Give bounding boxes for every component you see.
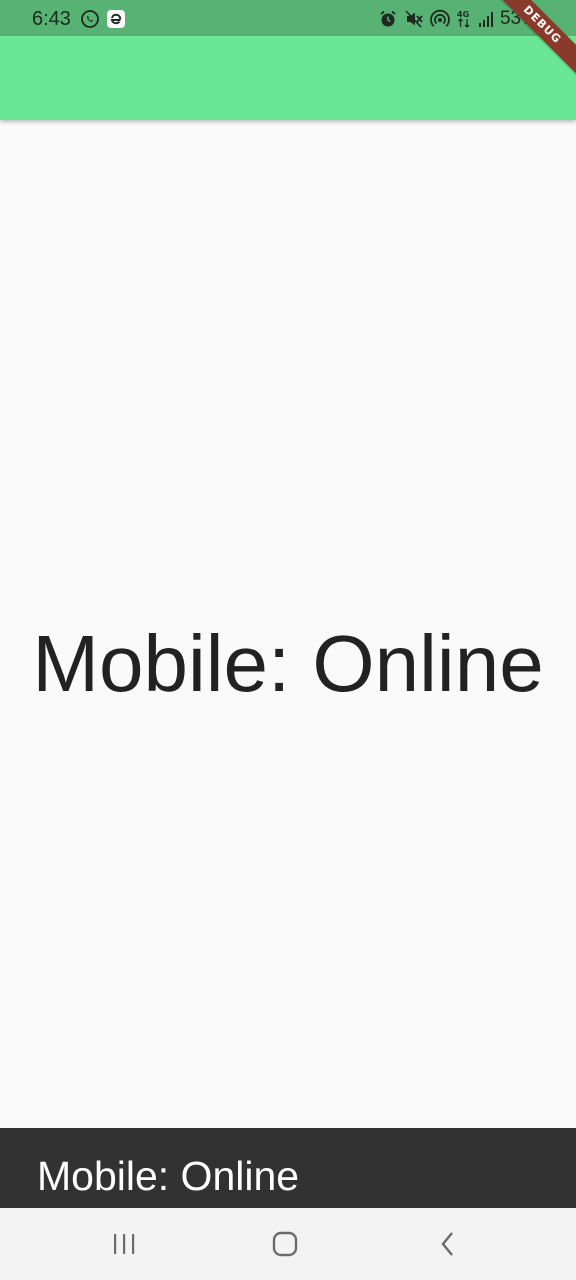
whatsapp-icon bbox=[81, 10, 99, 28]
back-icon bbox=[441, 1232, 453, 1256]
connection-status-text: Mobile: Online bbox=[32, 619, 544, 708]
app-screen: 6:43 4G 53% DEBUG Mobile: Online Mobile:… bbox=[0, 0, 576, 1280]
main-content: Mobile: Online bbox=[0, 120, 576, 1128]
snackbar: Mobile: Online bbox=[0, 1128, 576, 1208]
battery-percentage: 53% bbox=[499, 8, 538, 29]
status-system-icons: 4G 53% bbox=[378, 8, 538, 30]
recent-apps-icon bbox=[114, 1234, 135, 1254]
4g-data-icon: 4G bbox=[457, 10, 470, 28]
app-bar bbox=[0, 36, 576, 120]
hotspot-icon bbox=[430, 9, 450, 27]
mute-icon bbox=[405, 10, 423, 28]
alarm-icon bbox=[380, 10, 396, 27]
status-notification-icons bbox=[80, 9, 126, 29]
snackbar-message: Mobile: Online bbox=[37, 1153, 300, 1199]
status-time: 6:43 bbox=[32, 8, 71, 30]
svg-text:4G: 4G bbox=[457, 10, 469, 19]
home-icon bbox=[272, 1231, 298, 1257]
e-app-icon bbox=[107, 10, 125, 28]
back-button[interactable] bbox=[428, 1226, 468, 1262]
recent-apps-button[interactable] bbox=[104, 1226, 144, 1262]
signal-icon bbox=[478, 12, 493, 27]
home-button[interactable] bbox=[265, 1226, 305, 1262]
navigation-bar bbox=[0, 1208, 576, 1280]
status-bar: 6:43 4G 53% bbox=[0, 0, 576, 36]
